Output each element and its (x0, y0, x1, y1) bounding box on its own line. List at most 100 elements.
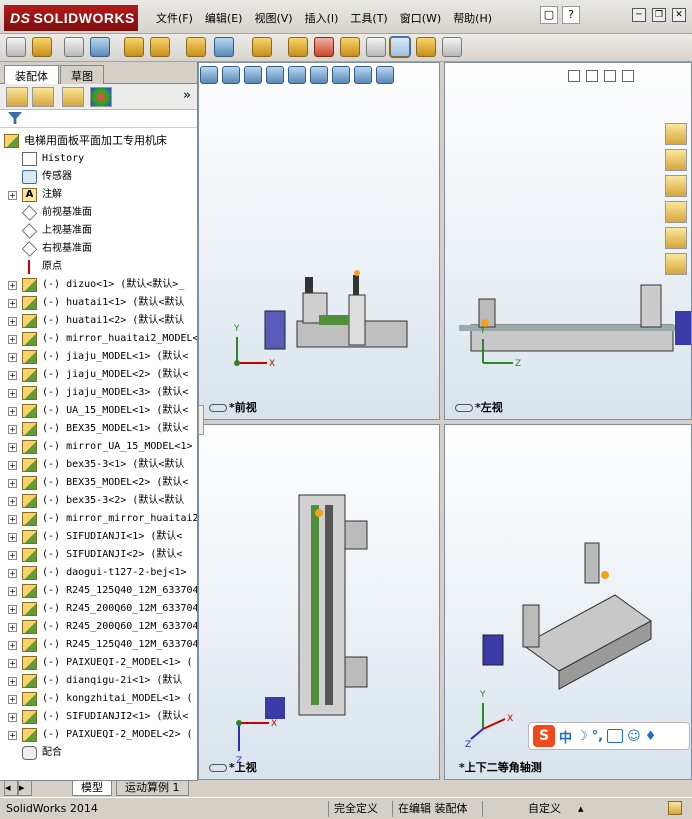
display-manager-icon[interactable] (90, 87, 112, 107)
sogou-logo-icon[interactable]: S (533, 725, 555, 747)
tree-item[interactable]: 右视基准面 (0, 240, 197, 258)
expand-icon[interactable]: + (8, 533, 17, 542)
menu-view[interactable]: 视图(V) (248, 10, 298, 26)
filter-icon[interactable] (8, 112, 22, 124)
horizontal-splitter[interactable] (198, 420, 692, 424)
expand-icon[interactable]: + (8, 623, 17, 632)
ime-toolbar[interactable]: S 中 ☽ °, ☺ ♦ (528, 722, 690, 750)
tree-item[interactable]: + A 注解 (0, 186, 197, 204)
tab-scroll-right-icon[interactable]: ▸ (18, 781, 32, 796)
expand-icon[interactable]: + (8, 605, 17, 614)
property-manager-icon[interactable] (32, 87, 54, 107)
tree-item[interactable]: + (-) PAIXUEQI-2_MODEL<2> ( (0, 726, 197, 744)
hide-show-items-icon[interactable] (332, 66, 350, 84)
close-icon[interactable]: ✕ (672, 8, 686, 22)
interference-detection-icon[interactable] (366, 37, 386, 57)
solidworks-logo[interactable]: DS SOLIDWORKS (4, 5, 138, 31)
expand-icon[interactable]: + (8, 425, 17, 434)
tree-item[interactable]: + (-) UA_15_MODEL<1> (默认< (0, 402, 197, 420)
design-library-icon[interactable] (665, 149, 687, 171)
expand-icon[interactable]: + (8, 551, 17, 560)
expand-icon[interactable]: + (8, 335, 17, 344)
menu-window[interactable]: 窗口(W) (394, 10, 447, 26)
minimize-icon[interactable]: ─ (632, 8, 646, 22)
tree-filter[interactable] (0, 110, 197, 128)
tree-item[interactable]: + (-) PAIXUEQI-2_MODEL<1> ( (0, 654, 197, 672)
expand-icon[interactable]: + (8, 479, 17, 488)
rebuild-icon[interactable] (6, 37, 26, 57)
viewport-close-icon[interactable] (622, 70, 634, 82)
tree-item[interactable]: + (-) R245_200Q60_12M_633704 (0, 618, 197, 636)
viewport-restore-icon[interactable] (604, 70, 616, 82)
tab-scroll-left-icon[interactable]: ◂ (4, 781, 18, 796)
link-views-icon[interactable] (209, 764, 227, 772)
expand-icon[interactable]: + (8, 191, 17, 200)
expand-icon[interactable]: + (8, 515, 17, 524)
tree-item[interactable]: 上视基准面 (0, 222, 197, 240)
insert-component-icon[interactable] (32, 37, 52, 57)
show-hidden-icon[interactable] (186, 37, 206, 57)
expand-icon[interactable]: + (8, 677, 17, 686)
menu-tools[interactable]: 工具(T) (344, 10, 393, 26)
tree-item[interactable]: + (-) mirror_huaitai2_MODEL< (0, 330, 197, 348)
units-dropdown-icon[interactable]: ▴ (578, 801, 584, 817)
move-component-icon[interactable] (150, 37, 170, 57)
expand-icon[interactable]: + (8, 569, 17, 578)
expand-icon[interactable]: + (8, 407, 17, 416)
reference-geometry-icon[interactable] (252, 37, 272, 57)
tree-item[interactable]: + (-) SIFUDIANJI<2> (默认< (0, 546, 197, 564)
speedpak-icon[interactable] (416, 37, 436, 57)
section-view-icon[interactable] (266, 66, 284, 84)
previous-view-icon[interactable] (244, 66, 262, 84)
instant3d-icon[interactable] (389, 36, 411, 58)
keyboard-icon[interactable] (607, 729, 624, 743)
expand-icon[interactable]: + (8, 299, 17, 308)
expand-icon[interactable]: + (8, 443, 17, 452)
tab-model[interactable]: 模型 (72, 781, 112, 796)
tree-item[interactable]: + (-) jiaju_MODEL<2> (默认< (0, 366, 197, 384)
zoom-area-icon[interactable] (222, 66, 240, 84)
expand-arrows-icon[interactable]: » (183, 88, 191, 103)
restore-icon[interactable]: ❐ (652, 8, 666, 22)
tree-item[interactable]: + (-) huatai1<1> (默认<默认 (0, 294, 197, 312)
smart-fasteners-icon[interactable] (124, 37, 144, 57)
expand-icon[interactable]: + (8, 731, 17, 740)
take-snapshot-icon[interactable] (442, 37, 462, 57)
tree-item[interactable]: + (-) dianqigu-2i<1> (默认 (0, 672, 197, 690)
mate-icon[interactable] (64, 37, 84, 57)
tree-item[interactable]: + (-) SIFUDIANJI2<1> (默认< (0, 708, 197, 726)
punctuation-icon[interactable]: °, (592, 729, 603, 744)
menu-insert[interactable]: 插入(I) (299, 10, 345, 26)
edit-appearance-icon[interactable] (354, 66, 372, 84)
expand-icon[interactable]: + (8, 317, 17, 326)
configuration-manager-icon[interactable] (62, 87, 84, 107)
expand-icon[interactable]: + (8, 587, 17, 596)
tree-item[interactable]: + (-) R245_125Q40_12M_633704 (0, 636, 197, 654)
expand-icon[interactable]: + (8, 461, 17, 470)
tree-root[interactable]: 电梯用面板平面加工专用机床 (0, 132, 197, 150)
display-style-icon[interactable] (310, 66, 328, 84)
tab-sketch[interactable]: 草图 (60, 65, 104, 84)
view-orientation-icon[interactable] (288, 66, 306, 84)
expand-icon[interactable]: + (8, 497, 17, 506)
tree-item[interactable]: 原点 (0, 258, 197, 276)
feature-manager-icon[interactable] (6, 87, 28, 107)
ime-mode-label[interactable]: 中 (559, 727, 572, 746)
expand-icon[interactable]: + (8, 281, 17, 290)
bill-of-materials-icon[interactable] (288, 37, 308, 57)
assembly-features-icon[interactable] (214, 37, 234, 57)
viewport-front[interactable]: Y X *前视 (198, 62, 440, 420)
tree-item[interactable]: 前视基准面 (0, 204, 197, 222)
exploded-view-icon[interactable] (314, 37, 334, 57)
expand-icon[interactable]: + (8, 713, 17, 722)
menu-file[interactable]: 文件(F) (150, 10, 199, 26)
explode-line-sketch-icon[interactable] (340, 37, 360, 57)
tree-item[interactable]: 传感器 (0, 168, 197, 186)
resources-icon[interactable] (665, 123, 687, 145)
link-views-icon[interactable] (209, 404, 227, 412)
expand-icon[interactable]: + (8, 695, 17, 704)
custom-properties-icon[interactable] (665, 253, 687, 275)
tab-assembly[interactable]: 装配体 (4, 65, 59, 84)
apply-scene-icon[interactable] (376, 66, 394, 84)
user-icon[interactable]: ☺ (627, 729, 641, 744)
